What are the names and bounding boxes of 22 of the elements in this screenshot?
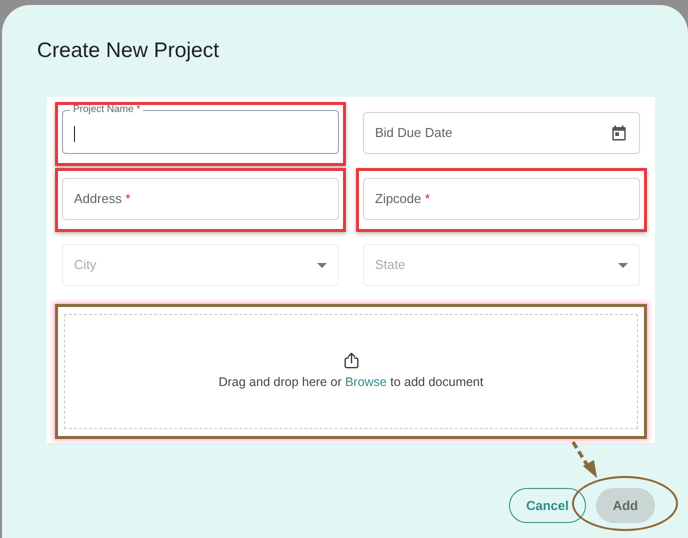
field-label: Address * bbox=[74, 190, 130, 208]
dialog-title: Create New Project bbox=[37, 38, 220, 64]
date-field[interactable]: Bid Due Date bbox=[363, 112, 640, 154]
drop-zone[interactable]: Drag and drop here or Browse to add document bbox=[64, 314, 638, 430]
field-label: Zipcode * bbox=[375, 190, 430, 208]
calendar-icon[interactable] bbox=[610, 124, 628, 142]
input-field[interactable]: Project Name * bbox=[62, 105, 339, 154]
dashed-arrow bbox=[571, 441, 597, 478]
field-label: Project Name * bbox=[72, 105, 142, 116]
dropdown-caret-icon bbox=[618, 262, 628, 268]
field-label: Bid Due Date bbox=[375, 124, 452, 142]
field-label: State bbox=[375, 256, 406, 274]
browse-link[interactable]: Browse bbox=[345, 375, 387, 390]
dropdown-caret-icon bbox=[317, 262, 327, 268]
drop-zone-text: Drag and drop here or Browse to add document bbox=[218, 374, 484, 392]
upload-icon[interactable] bbox=[342, 351, 360, 370]
add-button[interactable]: Add bbox=[596, 488, 655, 524]
input-field[interactable]: Zipcode * bbox=[363, 178, 640, 220]
input-field[interactable]: Address * bbox=[62, 178, 339, 220]
cancel-button[interactable]: Cancel bbox=[509, 488, 586, 524]
field-label: City bbox=[74, 256, 96, 274]
text-cursor bbox=[74, 126, 75, 142]
